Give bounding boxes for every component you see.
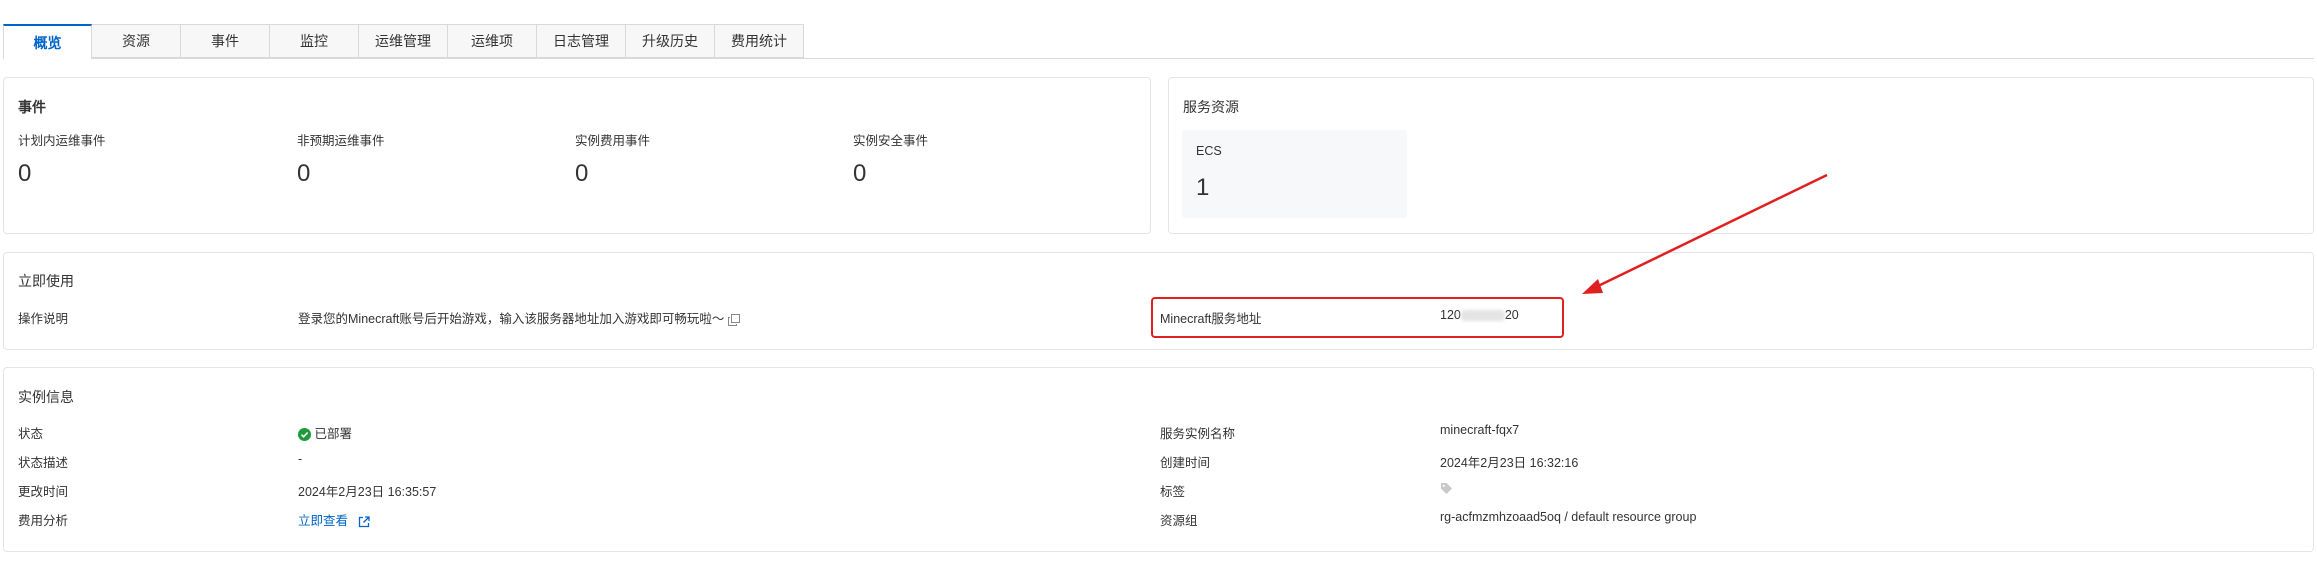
tab-ops-management[interactable]: 运维管理 — [359, 24, 448, 58]
create-time-label: 创建时间 — [1160, 456, 1211, 470]
cost-analysis-label: 费用分析 — [18, 514, 69, 528]
instance-name-value: minecraft-fqx7 — [1440, 423, 1520, 437]
update-time-label: 更改时间 — [18, 485, 69, 499]
tab-cost-statistics[interactable]: 费用统计 — [715, 24, 804, 58]
status-value: 已部署 — [298, 423, 352, 442]
tab-monitoring[interactable]: 监控 — [270, 24, 359, 58]
tab-log-management[interactable]: 日志管理 — [537, 24, 626, 58]
status-label: 状态 — [18, 427, 44, 441]
status-desc-label: 状态描述 — [18, 456, 69, 470]
status-text: 已部署 — [314, 427, 352, 441]
check-circle-icon — [298, 427, 314, 442]
instance-info-title: 实例信息 — [18, 389, 74, 405]
external-link-icon — [352, 514, 370, 528]
tag-icon[interactable] — [1440, 481, 1453, 495]
instance-name-label: 服务实例名称 — [1160, 427, 1236, 441]
tab-ops-items[interactable]: 运维项 — [448, 24, 537, 58]
tab-events[interactable]: 事件 — [181, 24, 270, 58]
status-desc-value: - — [298, 452, 303, 466]
view-cost-link[interactable]: 立即查看 — [298, 510, 370, 529]
resource-group-value: rg-acfmzmhzoaad5oq / default resource gr… — [1440, 510, 1697, 524]
resource-group-label: 资源组 — [1160, 514, 1198, 528]
tags-label: 标签 — [1160, 485, 1186, 499]
view-cost-link-text: 立即查看 — [298, 514, 349, 528]
tab-resources[interactable]: 资源 — [92, 24, 181, 58]
update-time-value: 2024年2月23日 16:35:57 — [298, 485, 437, 499]
tab-upgrade-history[interactable]: 升级历史 — [626, 24, 715, 58]
tab-bar: 概览 资源 事件 监控 运维管理 运维项 日志管理 升级历史 费用统计 — [3, 24, 804, 59]
create-time-value: 2024年2月23日 16:32:16 — [1440, 456, 1579, 470]
tab-overview[interactable]: 概览 — [3, 24, 92, 59]
